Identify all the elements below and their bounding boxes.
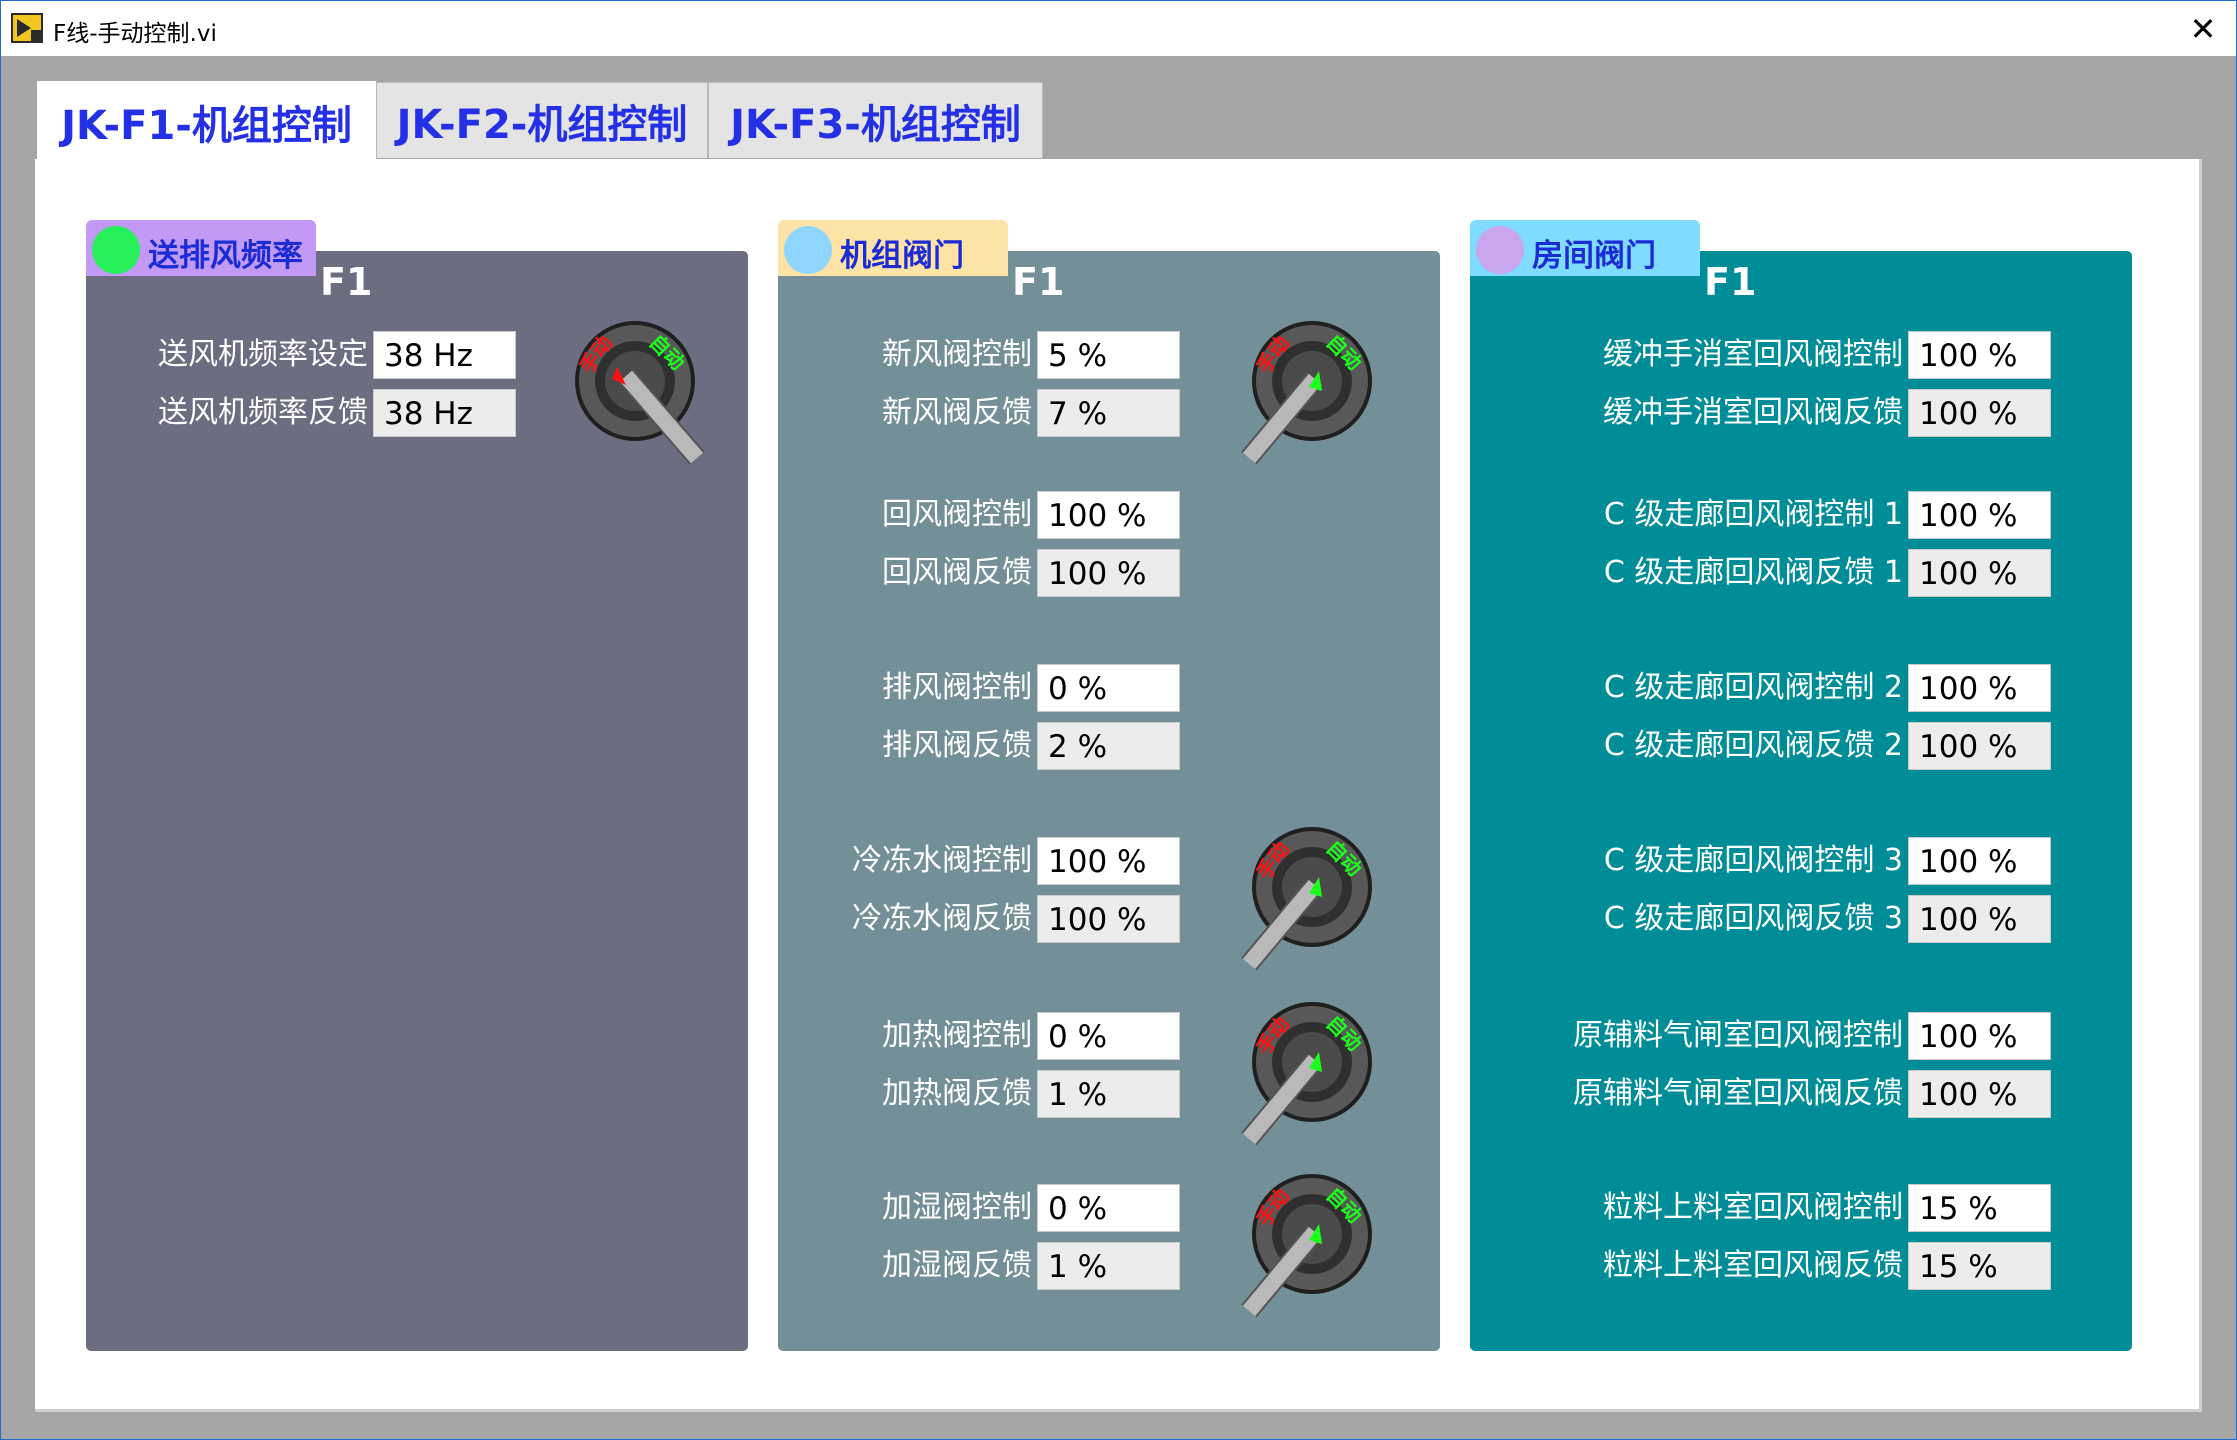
feedback-indicator: 100 % [1037,549,1180,597]
feedback-indicator: 100 % [1908,389,2051,437]
feedback-label: 加湿阀反馈 [882,1248,1032,1283]
panel-tag-label: 房间阀门 [1532,238,1656,274]
control-label: C 级走廊回风阀控制 2 [1603,670,1903,705]
feedback-indicator: 7 % [1037,389,1180,437]
control-input[interactable]: 100 % [1908,331,2051,379]
feedback-label: 新风阀反馈 [882,395,1032,430]
status-indicator-led [784,226,832,274]
panel-tag-label: 送排风频率 [148,238,303,274]
labview-vi-icon [11,13,43,43]
control-input[interactable]: 100 % [1037,491,1180,539]
feedback-label: 回风阀反馈 [882,555,1032,590]
feedback-label: 冷冻水阀反馈 [852,901,1032,936]
close-icon: ✕ [2189,9,2217,48]
control-input[interactable]: 38 Hz [373,331,516,379]
status-indicator-led [1476,226,1524,274]
control-label: 加湿阀控制 [882,1190,1032,1225]
feedback-indicator: 1 % [1037,1242,1180,1290]
feedback-indicator: 100 % [1908,895,2051,943]
control-input[interactable]: 0 % [1037,1012,1180,1060]
panel-tag-label: 机组阀门 [840,238,964,274]
tab-jk-f3[interactable]: JK-F3-机组控制 [708,82,1043,158]
tab-label: JK-F2-机组控制 [396,101,688,148]
unit-label: F1 [1704,260,1757,304]
control-input[interactable]: 100 % [1037,837,1180,885]
feedback-indicator: 100 % [1908,1070,2051,1118]
control-label: 粒料上料室回风阀控制 [1603,1190,1903,1225]
feedback-indicator: 2 % [1037,722,1180,770]
feedback-label: C 级走廊回风阀反馈 1 [1603,555,1903,590]
window-title: F线-手动控制.vi [53,21,217,47]
control-label: 原辅料气闸室回风阀控制 [1573,1018,1903,1053]
control-label: C 级走廊回风阀控制 1 [1603,497,1903,532]
control-label: 送风机频率设定 [158,337,368,372]
feedback-indicator: 100 % [1908,722,2051,770]
tab-label: JK-F3-机组控制 [730,101,1021,148]
tab-jk-f1[interactable]: JK-F1-机组控制 [37,81,376,161]
feedback-label: 缓冲手消室回风阀反馈 [1603,395,1903,430]
control-input[interactable]: 0 % [1037,1184,1180,1232]
control-input[interactable]: 100 % [1908,837,2051,885]
status-indicator-led [92,226,140,274]
feedback-label: 排风阀反馈 [882,728,1032,763]
tab-label: JK-F1-机组控制 [61,102,352,149]
control-label: 缓冲手消室回风阀控制 [1603,337,1903,372]
close-button[interactable]: ✕ [2170,1,2236,56]
control-label: 加热阀控制 [882,1018,1032,1053]
unit-label: F1 [320,260,373,304]
manual-auto-switch[interactable]: 手动 自动 [1237,1002,1387,1152]
control-input[interactable]: 15 % [1908,1184,2051,1232]
panel-tag: 送排风频率 [86,220,316,276]
feedback-label: 粒料上料室回风阀反馈 [1603,1248,1903,1283]
manual-auto-switch[interactable]: 手动 自动 [1237,827,1387,977]
title-bar: F线-手动控制.vi ✕ [1,1,2236,56]
tab-jk-f2[interactable]: JK-F2-机组控制 [376,82,708,158]
manual-auto-switch[interactable]: 手动 自动 [1237,1174,1387,1324]
feedback-label: 加热阀反馈 [882,1076,1032,1111]
feedback-indicator: 100 % [1037,895,1180,943]
panel-tag: 房间阀门 [1470,220,1700,276]
feedback-indicator: 1 % [1037,1070,1180,1118]
feedback-label: C 级走廊回风阀反馈 3 [1603,901,1903,936]
control-input[interactable]: 0 % [1037,664,1180,712]
control-label: 回风阀控制 [882,497,1032,532]
control-label: 冷冻水阀控制 [852,843,1032,878]
feedback-indicator: 15 % [1908,1242,2051,1290]
control-label: 排风阀控制 [882,670,1032,705]
control-label: C 级走廊回风阀控制 3 [1603,843,1903,878]
feedback-label: 送风机频率反馈 [158,395,368,430]
manual-auto-switch[interactable]: 手动 自动 [560,321,710,471]
control-label: 新风阀控制 [882,337,1032,372]
feedback-label: 原辅料气闸室回风阀反馈 [1573,1076,1903,1111]
control-input[interactable]: 5 % [1037,331,1180,379]
control-input[interactable]: 100 % [1908,1012,2051,1060]
control-input[interactable]: 100 % [1908,491,2051,539]
unit-label: F1 [1012,260,1065,304]
manual-auto-switch[interactable]: 手动 自动 [1237,321,1387,471]
feedback-indicator: 100 % [1908,549,2051,597]
control-input[interactable]: 100 % [1908,664,2051,712]
feedback-indicator: 38 Hz [373,389,516,437]
feedback-label: C 级走廊回风阀反馈 2 [1603,728,1903,763]
panel-tag: 机组阀门 [778,220,1008,276]
